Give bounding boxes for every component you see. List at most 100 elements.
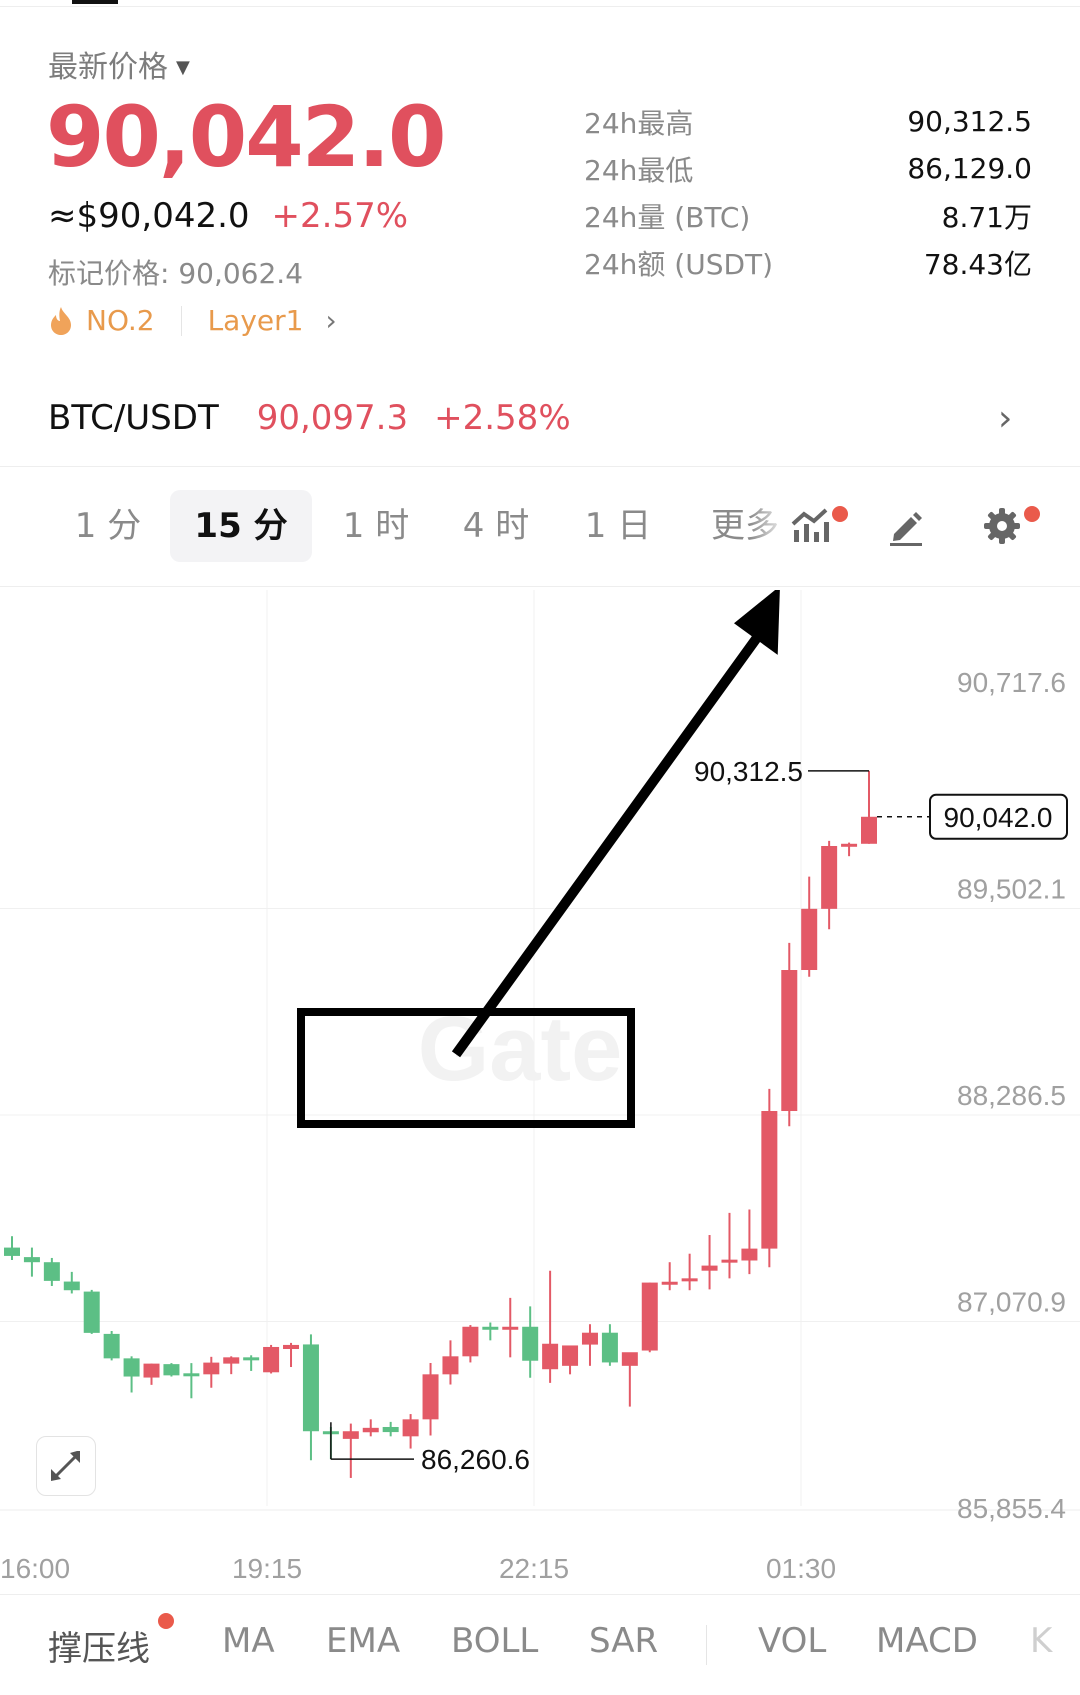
indicator-boll[interactable]: BOLL [451, 1621, 538, 1661]
low-marker-label: 86,260.6 [421, 1444, 530, 1475]
high-marker-label: 90,312.5 [694, 756, 803, 787]
fire-icon [51, 306, 71, 335]
indicator-icon[interactable] [790, 504, 834, 548]
category-tag[interactable]: Layer1 [208, 304, 304, 337]
x-axis: 16:00 19:15 22:15 01:30 [0, 1553, 836, 1584]
candle-body [661, 1281, 678, 1285]
expand-button[interactable] [36, 1436, 96, 1496]
candle-body [143, 1363, 160, 1378]
change-percent: +2.57% [271, 196, 409, 236]
candle-body [502, 1326, 519, 1330]
candle-body [382, 1426, 399, 1433]
candle-body [681, 1278, 698, 1282]
notification-dot [832, 506, 848, 522]
indicator-vol[interactable]: VOL [758, 1621, 826, 1661]
candle-body [781, 970, 798, 1112]
caret-down-icon: ▼ [176, 57, 190, 78]
candle-body [841, 843, 858, 847]
candle-body [302, 1344, 319, 1432]
candle-body [522, 1326, 539, 1361]
indicator-sar[interactable]: SAR [589, 1621, 658, 1661]
pair-row[interactable]: BTC/USDT 90,097.3 +2.58% [48, 398, 571, 438]
stat-label: 24h量 (BTC) [584, 200, 751, 234]
candle-body [442, 1356, 459, 1375]
candle-body [43, 1262, 60, 1281]
candle-body [243, 1357, 260, 1361]
x-tick-label: 22:15 [499, 1553, 569, 1584]
candle-body [123, 1358, 140, 1377]
candle-body [63, 1281, 80, 1291]
candle-body [183, 1373, 200, 1377]
usd-value-line: ≈$90,042.0 +2.57% [48, 196, 408, 236]
candle-body [741, 1248, 758, 1261]
candle-body [103, 1333, 120, 1359]
chevron-right-icon[interactable]: › [998, 398, 1012, 439]
mark-price: 标记价格: 90,062.4 [48, 257, 304, 290]
candle-body [342, 1431, 359, 1439]
rank-tag[interactable]: NO.2 [86, 304, 155, 337]
timeframe-bar: 1 分 15 分 1 时 4 时 1 日 更多 [0, 490, 1080, 562]
pair-name: BTC/USDT [48, 398, 219, 438]
stats-panel: 24h最高 90,312.5 24h最低 86,129.0 24h量 (BTC) 8.… [584, 98, 1032, 286]
x-tick-label: 16:00 [0, 1553, 70, 1584]
candle-body [203, 1362, 220, 1375]
candlestick-chart[interactable]: Gate 90,717.689,502.188,286.587,070.985,… [0, 590, 1080, 1590]
stat-value: 78.43亿 [923, 247, 1032, 281]
candle-body [23, 1257, 40, 1263]
indicator-bar: 撑压线 MA EMA BOLL SAR VOL MACD K [0, 1594, 1080, 1695]
candle-body [761, 1111, 778, 1249]
indicator-ma[interactable]: MA [222, 1621, 275, 1661]
stat-value: 86,129.0 [907, 152, 1032, 185]
candle-body [701, 1265, 718, 1271]
candle-body [821, 845, 838, 909]
candle-body [422, 1374, 439, 1420]
candle-body [542, 1343, 559, 1370]
draw-icon[interactable] [884, 504, 928, 548]
y-tick-label: 87,070.9 [957, 1287, 1066, 1318]
latest-price-label[interactable]: 最新价格 ▼ [48, 42, 190, 86]
tab-1d[interactable]: 1 日 [570, 490, 666, 562]
y-tick-label: 89,502.1 [957, 873, 1066, 904]
stat-label: 24h最低 [584, 153, 694, 187]
candle-body [801, 908, 818, 971]
notification-dot [1024, 506, 1040, 522]
indicator-kdj[interactable]: K [1030, 1621, 1052, 1661]
candle-body [362, 1427, 379, 1433]
settings-icon[interactable] [980, 504, 1024, 548]
stat-high: 24h最高 90,312.5 [584, 98, 1032, 145]
tag-divider [180, 305, 182, 336]
top-divider [0, 6, 1080, 7]
candle-body [482, 1326, 499, 1330]
stat-label: 24h额 (USDT) [584, 247, 774, 281]
candle-body [721, 1259, 738, 1263]
top-indicator [72, 0, 118, 4]
latest-price-label-text: 最新价格 [48, 50, 168, 85]
candle-body [4, 1247, 20, 1256]
stat-value: 90,312.5 [907, 105, 1032, 138]
indicator-ema[interactable]: EMA [326, 1621, 400, 1661]
candle-body [641, 1282, 658, 1351]
indicator-support-resistance[interactable]: 撑压线 [48, 1621, 150, 1670]
x-tick-label: 19:15 [232, 1553, 302, 1584]
tab-4h[interactable]: 4 时 [448, 490, 544, 562]
tab-1h[interactable]: 1 时 [328, 490, 424, 562]
x-tick-label: 01:30 [766, 1553, 836, 1584]
notification-dot [158, 1613, 174, 1629]
candle-body [223, 1357, 240, 1364]
last-price: 90,042.0 [46, 88, 447, 186]
current-price-label: 90,042.0 [944, 802, 1053, 833]
candle-body [462, 1326, 479, 1357]
section-divider [0, 466, 1080, 467]
tab-more[interactable]: 更多 [700, 490, 790, 562]
chevron-right-icon[interactable]: › [325, 304, 336, 337]
usd-value: ≈$90,042.0 [48, 196, 250, 236]
pair-price: 90,097.3 [256, 398, 409, 438]
candle-body [621, 1352, 638, 1366]
candle-body [562, 1345, 579, 1366]
tab-1m[interactable]: 1 分 [60, 490, 156, 562]
candle-body [263, 1346, 280, 1373]
stat-volume: 24h量 (BTC) 8.71万 [584, 192, 1032, 239]
candle-body [283, 1344, 300, 1350]
indicator-macd[interactable]: MACD [876, 1621, 978, 1661]
tab-15m[interactable]: 15 分 [170, 490, 312, 562]
